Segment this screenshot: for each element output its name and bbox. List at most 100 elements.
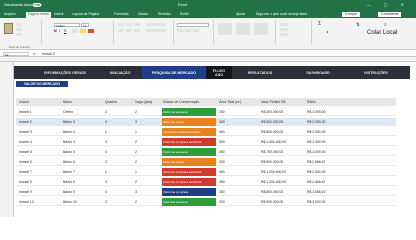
- cell-vaga[interactable]: 1: [134, 128, 160, 136]
- cell-quartos[interactable]: 3: [104, 158, 134, 166]
- cell-vaga[interactable]: 3: [134, 188, 160, 196]
- autosave-toggle[interactable]: [33, 3, 41, 7]
- cell-styles-icon[interactable]: [254, 23, 268, 35]
- cell-area[interactable]: 300: [218, 118, 258, 126]
- tell-me-search[interactable]: Diga-me o que você deseja fazer: [256, 12, 307, 16]
- tab-insert[interactable]: Inserir: [54, 12, 64, 16]
- cell-estado[interactable]: Reforma completa estrutural: [162, 138, 216, 146]
- align-center-icon[interactable]: [126, 29, 132, 32]
- valor-do-mercado-button[interactable]: VALOR DO MERCADO: [16, 81, 68, 87]
- tab-file[interactable]: Arquivo: [4, 12, 16, 16]
- cell-quartos[interactable]: 4: [104, 148, 134, 156]
- cell-vaga[interactable]: 1: [134, 168, 160, 176]
- align-top-icon[interactable]: [118, 23, 124, 26]
- cell-imovel[interactable]: Imóvel 5: [18, 148, 62, 156]
- cell-area[interactable]: 200: [218, 198, 258, 206]
- cell-bairro[interactable]: Centro: [62, 108, 104, 116]
- cell-estado[interactable]: Reforma completa estrutural: [162, 178, 216, 186]
- tab-help[interactable]: Ajuda: [236, 12, 245, 16]
- nav-instrucoes[interactable]: INSTRUÇÕES: [348, 66, 404, 79]
- italic-button[interactable]: I: [59, 29, 60, 33]
- cell-bairro[interactable]: Bairro 8: [62, 178, 104, 186]
- table-row[interactable]: Imóvel 8 Bairro 8 3 2 Reforma completa estru…: [16, 178, 396, 186]
- cell-rs-m2[interactable]: R$ 2.000,00: [306, 108, 346, 116]
- currency-icon[interactable]: [177, 29, 183, 32]
- underline-button[interactable]: S: [64, 29, 66, 33]
- cell-bairro[interactable]: Bairro 4: [62, 138, 104, 146]
- tab-view[interactable]: Exibir: [180, 12, 189, 16]
- format-as-table-icon[interactable]: [236, 23, 250, 35]
- wrap-text-icon[interactable]: [146, 23, 166, 26]
- fx-icon[interactable]: fx: [33, 52, 36, 56]
- cell-valor[interactable]: R$ 600.000,00: [260, 198, 304, 206]
- paste-icon[interactable]: [4, 23, 13, 34]
- cell-valor[interactable]: R$ 1.000.000,00: [260, 138, 304, 146]
- bold-button[interactable]: N: [54, 29, 57, 33]
- cell-valor[interactable]: R$ 800.000,00: [260, 188, 304, 196]
- copy-icon[interactable]: [16, 28, 22, 31]
- align-right-icon[interactable]: [134, 29, 140, 32]
- font-name-select[interactable]: Calibri: [54, 23, 80, 28]
- cell-imovel[interactable]: Imóvel 8: [18, 178, 62, 186]
- format-cells-icon[interactable]: [280, 33, 288, 36]
- tab-data[interactable]: Dados: [138, 12, 148, 16]
- table-row[interactable]: Imóvel 10 Bairro 10 3 2 Reforma pequena 200 R$…: [16, 198, 396, 206]
- cell-imovel[interactable]: Imóvel 7: [18, 168, 62, 176]
- cell-rs-m2[interactable]: R$ 2.500,00: [306, 168, 346, 176]
- cell-quartos[interactable]: 3: [104, 178, 134, 186]
- font-size-select[interactable]: 11: [81, 23, 89, 28]
- cell-valor[interactable]: R$ 400.000,00: [260, 108, 304, 116]
- table-row[interactable]: Imóvel 2 Bairro 2 4 3 Reforma média 300 R$ 600…: [16, 118, 396, 126]
- cut-icon[interactable]: [16, 23, 22, 26]
- nav-dashboard[interactable]: DASHBOARD: [288, 66, 348, 79]
- share-button[interactable]: Compa: [342, 11, 360, 17]
- cell-rs-m2[interactable]: R$ 2.666,67: [306, 178, 346, 186]
- cell-bairro[interactable]: Bairro 2: [62, 118, 104, 126]
- cell-rs-m2[interactable]: R$ 2.000,00: [306, 148, 346, 156]
- fill-down-icon[interactable]: ⬇: [326, 30, 329, 34]
- cell-rs-m2[interactable]: R$ 2.666,67: [306, 158, 346, 166]
- cell-bairro[interactable]: Bairro 5: [62, 148, 104, 156]
- cell-vaga[interactable]: 2: [134, 158, 160, 166]
- cell-rs-m2[interactable]: R$ 2.666,67: [306, 188, 346, 196]
- cell-imovel[interactable]: Imóvel 4: [18, 138, 62, 146]
- cell-vaga[interactable]: 2: [134, 198, 160, 206]
- cell-bairro[interactable]: Bairro 10: [62, 198, 104, 206]
- cell-imovel[interactable]: Imóvel 10: [18, 198, 62, 206]
- cell-valor[interactable]: R$ 600.000,00: [260, 118, 304, 126]
- cell-estado[interactable]: Necessita reformas simples: [162, 128, 216, 136]
- cell-vaga[interactable]: 2: [134, 148, 160, 156]
- cell-imovel[interactable]: Imóvel 9: [18, 188, 62, 196]
- nav-resultados[interactable]: RESULTADOS: [232, 66, 288, 79]
- cell-area[interactable]: 450: [218, 178, 258, 186]
- sort-filter-icon[interactable]: ⇅: [356, 22, 360, 28]
- table-row[interactable]: Imóvel 6 Bairro 6 3 2 Reforma média 300 R$ 800…: [16, 158, 396, 166]
- cell-quartos[interactable]: 3: [104, 108, 134, 116]
- cell-imovel[interactable]: Imóvel 1: [18, 108, 62, 116]
- fill-color-icon[interactable]: [80, 29, 86, 33]
- sigma-icon[interactable]: Σ: [318, 21, 321, 27]
- tab-formulas[interactable]: Fórmulas: [114, 12, 129, 16]
- find-select-icon[interactable]: ⌕: [384, 22, 387, 28]
- table-row[interactable]: Imóvel 3 Bairro 3 2 1 Necessita reformas sim…: [16, 128, 396, 136]
- comma-style-icon[interactable]: [193, 29, 199, 32]
- cell-quartos[interactable]: 4: [104, 118, 134, 126]
- table-row[interactable]: Imóvel 4 Bairro 4 3 2 Reforma completa estru…: [16, 138, 396, 146]
- table-row[interactable]: Imóvel 9 Bairro 9 4 3 Reforma completa 300 R$ …: [16, 188, 396, 196]
- cell-area[interactable]: 200: [218, 108, 258, 116]
- cell-bairro[interactable]: Bairro 9: [62, 188, 104, 196]
- cell-imovel[interactable]: Imóvel 3: [18, 128, 62, 136]
- tab-review[interactable]: Revisão: [158, 12, 171, 16]
- cell-quartos[interactable]: 3: [104, 138, 134, 146]
- cell-estado[interactable]: Reforma média: [162, 158, 216, 166]
- cell-imovel[interactable]: Imóvel 2: [18, 118, 62, 126]
- cell-vaga[interactable]: 2: [134, 178, 160, 186]
- cell-quartos[interactable]: 2: [104, 168, 134, 176]
- name-box[interactable]: A1: [3, 51, 29, 57]
- table-row[interactable]: Imóvel 5 Bairro 5 4 2 Reforma pequena 350 R$ 7…: [16, 148, 396, 156]
- cell-vaga[interactable]: 2: [134, 108, 160, 116]
- cell-vaga[interactable]: 2: [134, 138, 160, 146]
- cell-valor[interactable]: R$ 1.200.000,00: [260, 178, 304, 186]
- worksheet[interactable]: INFORMAÇÕES GERAIS AVALIAÇÃO PESQUISA DE…: [0, 62, 416, 217]
- cell-area[interactable]: 300: [218, 158, 258, 166]
